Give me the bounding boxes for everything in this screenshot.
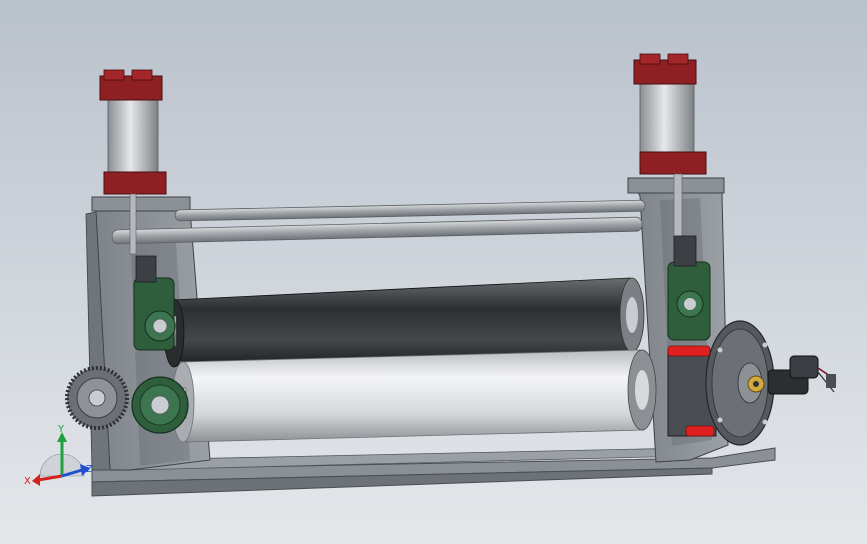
x-axis-arrow: [37, 474, 63, 482]
x-axis-arrowhead: [32, 474, 40, 486]
y-axis-label: Y: [57, 424, 65, 435]
z-axis-label: Z: [86, 464, 93, 475]
x-axis-label: X: [24, 476, 31, 487]
axis-triad: Y X Z: [24, 424, 93, 487]
cad-viewport[interactable]: Y X Z: [0, 0, 867, 544]
